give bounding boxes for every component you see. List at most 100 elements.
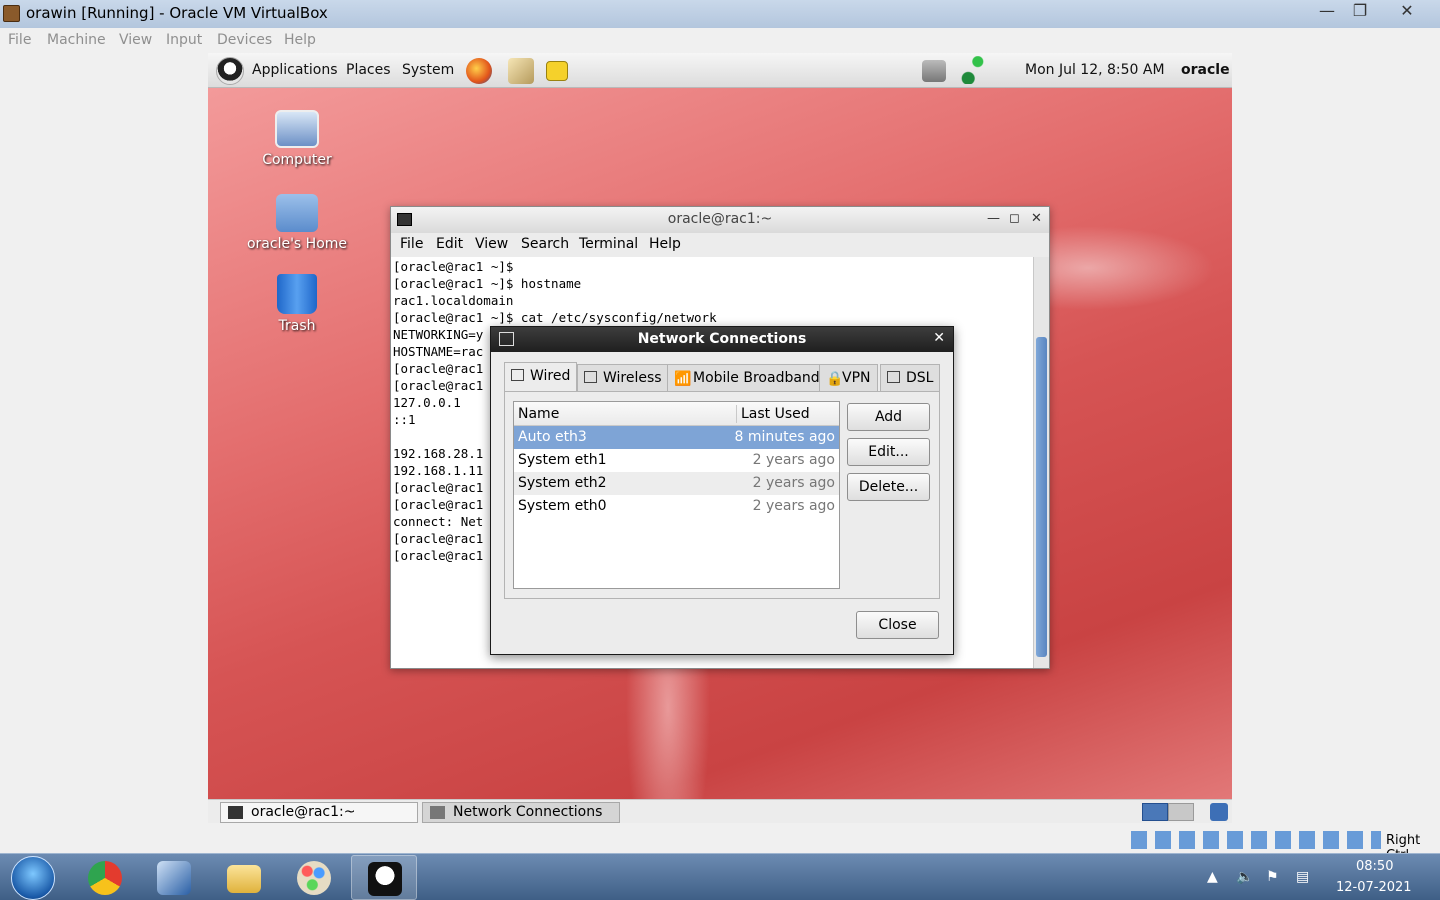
flag-icon[interactable]: ⚑ xyxy=(1266,869,1279,885)
terminal-menu-edit[interactable]: Edit xyxy=(436,236,463,252)
system-menu[interactable]: System xyxy=(402,62,454,78)
taskbar-virtualbox[interactable] xyxy=(141,855,207,900)
network-status-icon[interactable] xyxy=(961,56,985,84)
maximize-icon[interactable]: ◻ xyxy=(1009,211,1020,226)
add-button[interactable]: Add xyxy=(847,403,930,431)
vb-menu-input[interactable]: Input xyxy=(166,32,202,48)
trash-icon xyxy=(277,274,317,314)
trash-applet-icon[interactable] xyxy=(1210,803,1228,821)
column-name-header[interactable]: Name xyxy=(518,406,559,422)
tux-logo-icon[interactable] xyxy=(216,57,244,85)
list-item[interactable]: System eth2 2 years ago xyxy=(514,472,839,495)
tray-date[interactable]: 12-07-2021 xyxy=(1336,880,1412,895)
vb-menu-file[interactable]: File xyxy=(8,32,31,48)
list-item[interactable]: System eth0 2 years ago xyxy=(514,495,839,518)
computer-icon xyxy=(275,110,319,148)
vb-menu-machine[interactable]: Machine xyxy=(47,32,106,48)
taskbar-chrome[interactable] xyxy=(72,855,138,900)
tab-vpn[interactable]: 🔒VPN xyxy=(819,364,878,392)
notes-launcher-icon[interactable] xyxy=(546,61,568,81)
volume-muted-icon[interactable] xyxy=(922,60,946,82)
tab-label: VPN xyxy=(842,370,871,386)
desktop-icon-computer[interactable]: Computer xyxy=(242,110,352,168)
windows-taskbar: ▲ 🔈 ⚑ ▤ 08:50 12-07-2021 xyxy=(0,853,1440,900)
edit-button[interactable]: Edit... xyxy=(847,438,930,466)
virtualbox-menubar: File Machine View Input Devices Help xyxy=(0,28,1440,53)
scrollbar-thumb[interactable] xyxy=(1036,337,1047,657)
mail-launcher-icon[interactable] xyxy=(508,58,534,84)
terminal-line: rac1.localdomain xyxy=(393,293,514,308)
maximize-icon[interactable]: ❐ xyxy=(1343,0,1377,24)
chrome-icon xyxy=(88,861,122,895)
workspace-2-icon[interactable] xyxy=(1168,803,1194,821)
device-status-icons[interactable] xyxy=(1131,831,1381,849)
connection-last-used: 2 years ago xyxy=(752,475,835,491)
vb-menu-view[interactable]: View xyxy=(119,32,152,48)
taskbar-explorer[interactable] xyxy=(211,855,277,900)
applications-menu[interactable]: Applications xyxy=(252,62,338,78)
taskbar-item-network-connections[interactable]: Network Connections xyxy=(422,802,620,823)
gnome-top-panel: Applications Places System Mon Jul 12, 8… xyxy=(208,53,1232,88)
terminal-title: oracle@rac1:~ xyxy=(667,211,773,227)
tab-wired[interactable]: Wired xyxy=(504,362,578,392)
list-item[interactable]: Auto eth3 8 minutes ago xyxy=(514,426,839,449)
tab-wireless[interactable]: Wireless xyxy=(577,364,669,392)
connection-name: System eth1 xyxy=(518,452,607,468)
close-icon[interactable]: ✕ xyxy=(1390,0,1424,24)
taskbar-orawin-vm[interactable] xyxy=(351,855,417,900)
desktop-icon-label: Computer xyxy=(262,152,332,168)
connections-list[interactable]: Name Last Used Auto eth3 8 minutes ago S… xyxy=(513,401,840,589)
home-folder-icon xyxy=(276,194,318,232)
terminal-line: [oracle@rac1 ~]$ xyxy=(393,259,514,274)
terminal-menu-view[interactable]: View xyxy=(475,236,508,252)
minimize-icon[interactable]: — xyxy=(987,211,1000,226)
tab-dsl[interactable]: DSL xyxy=(880,364,941,392)
places-menu[interactable]: Places xyxy=(346,62,391,78)
firefox-launcher-icon[interactable] xyxy=(466,58,492,84)
network-connections-dialog[interactable]: Network Connections ✕ Wired Wireless 📶 Mo… xyxy=(490,326,954,655)
terminal-menu-search[interactable]: Search xyxy=(521,236,569,252)
terminal-menu-help[interactable]: Help xyxy=(649,236,681,252)
desktop: Computer oracle's Home Trash oracle@rac1… xyxy=(208,88,1232,799)
task-label: oracle@rac1:~ xyxy=(251,804,356,820)
virtualbox-icon xyxy=(157,861,191,895)
panel-user[interactable]: oracle xyxy=(1181,62,1230,78)
speaker-icon[interactable]: 🔈 xyxy=(1236,869,1253,885)
wired-icon xyxy=(511,369,524,381)
minimize-icon[interactable]: — xyxy=(1310,0,1344,24)
taskbar-paint[interactable] xyxy=(281,855,347,900)
delete-button[interactable]: Delete... xyxy=(847,473,930,501)
tab-label: DSL xyxy=(906,370,934,386)
terminal-menu-terminal[interactable]: Terminal xyxy=(579,236,638,252)
desktop-icon-trash[interactable]: Trash xyxy=(242,274,352,334)
dialog-title: Network Connections xyxy=(637,331,807,347)
terminal-menu-file[interactable]: File xyxy=(400,236,423,252)
terminal-scrollbar[interactable] xyxy=(1033,257,1049,668)
connection-name: Auto eth3 xyxy=(518,429,587,445)
tray-time[interactable]: 08:50 xyxy=(1356,859,1393,874)
column-last-used-header[interactable]: Last Used xyxy=(741,406,810,422)
panel-clock[interactable]: Mon Jul 12, 8:50 AM xyxy=(1025,62,1165,78)
vb-menu-devices[interactable]: Devices xyxy=(217,32,272,48)
tab-mobile-broadband[interactable]: 📶 Mobile Broadband xyxy=(667,364,827,392)
wireless-icon xyxy=(584,371,597,383)
taskbar-item-terminal[interactable]: oracle@rac1:~ xyxy=(220,802,418,823)
network-tray-icon[interactable]: ▤ xyxy=(1296,869,1309,885)
desktop-icon-home[interactable]: oracle's Home xyxy=(242,194,352,252)
close-icon[interactable]: ✕ xyxy=(933,330,945,346)
tux-icon xyxy=(368,862,402,896)
tab-label: Wireless xyxy=(603,370,662,386)
tab-label: Mobile Broadband xyxy=(693,370,820,386)
task-label: Network Connections xyxy=(453,804,603,820)
close-icon[interactable]: ✕ xyxy=(1031,211,1042,226)
list-item[interactable]: System eth1 2 years ago xyxy=(514,449,839,472)
vb-menu-help[interactable]: Help xyxy=(284,32,316,48)
terminal-titlebar[interactable]: oracle@rac1:~ — ◻ ✕ xyxy=(391,207,1049,233)
close-button[interactable]: Close xyxy=(856,611,939,639)
workspace-1-icon[interactable] xyxy=(1142,803,1168,821)
show-hidden-icons-icon[interactable]: ▲ xyxy=(1207,869,1218,885)
dialog-titlebar[interactable]: Network Connections ✕ xyxy=(491,327,953,352)
start-button[interactable] xyxy=(11,856,55,900)
desktop-icon-label: oracle's Home xyxy=(246,236,348,252)
wired-tab-panel: Name Last Used Auto eth3 8 minutes ago S… xyxy=(504,391,940,599)
